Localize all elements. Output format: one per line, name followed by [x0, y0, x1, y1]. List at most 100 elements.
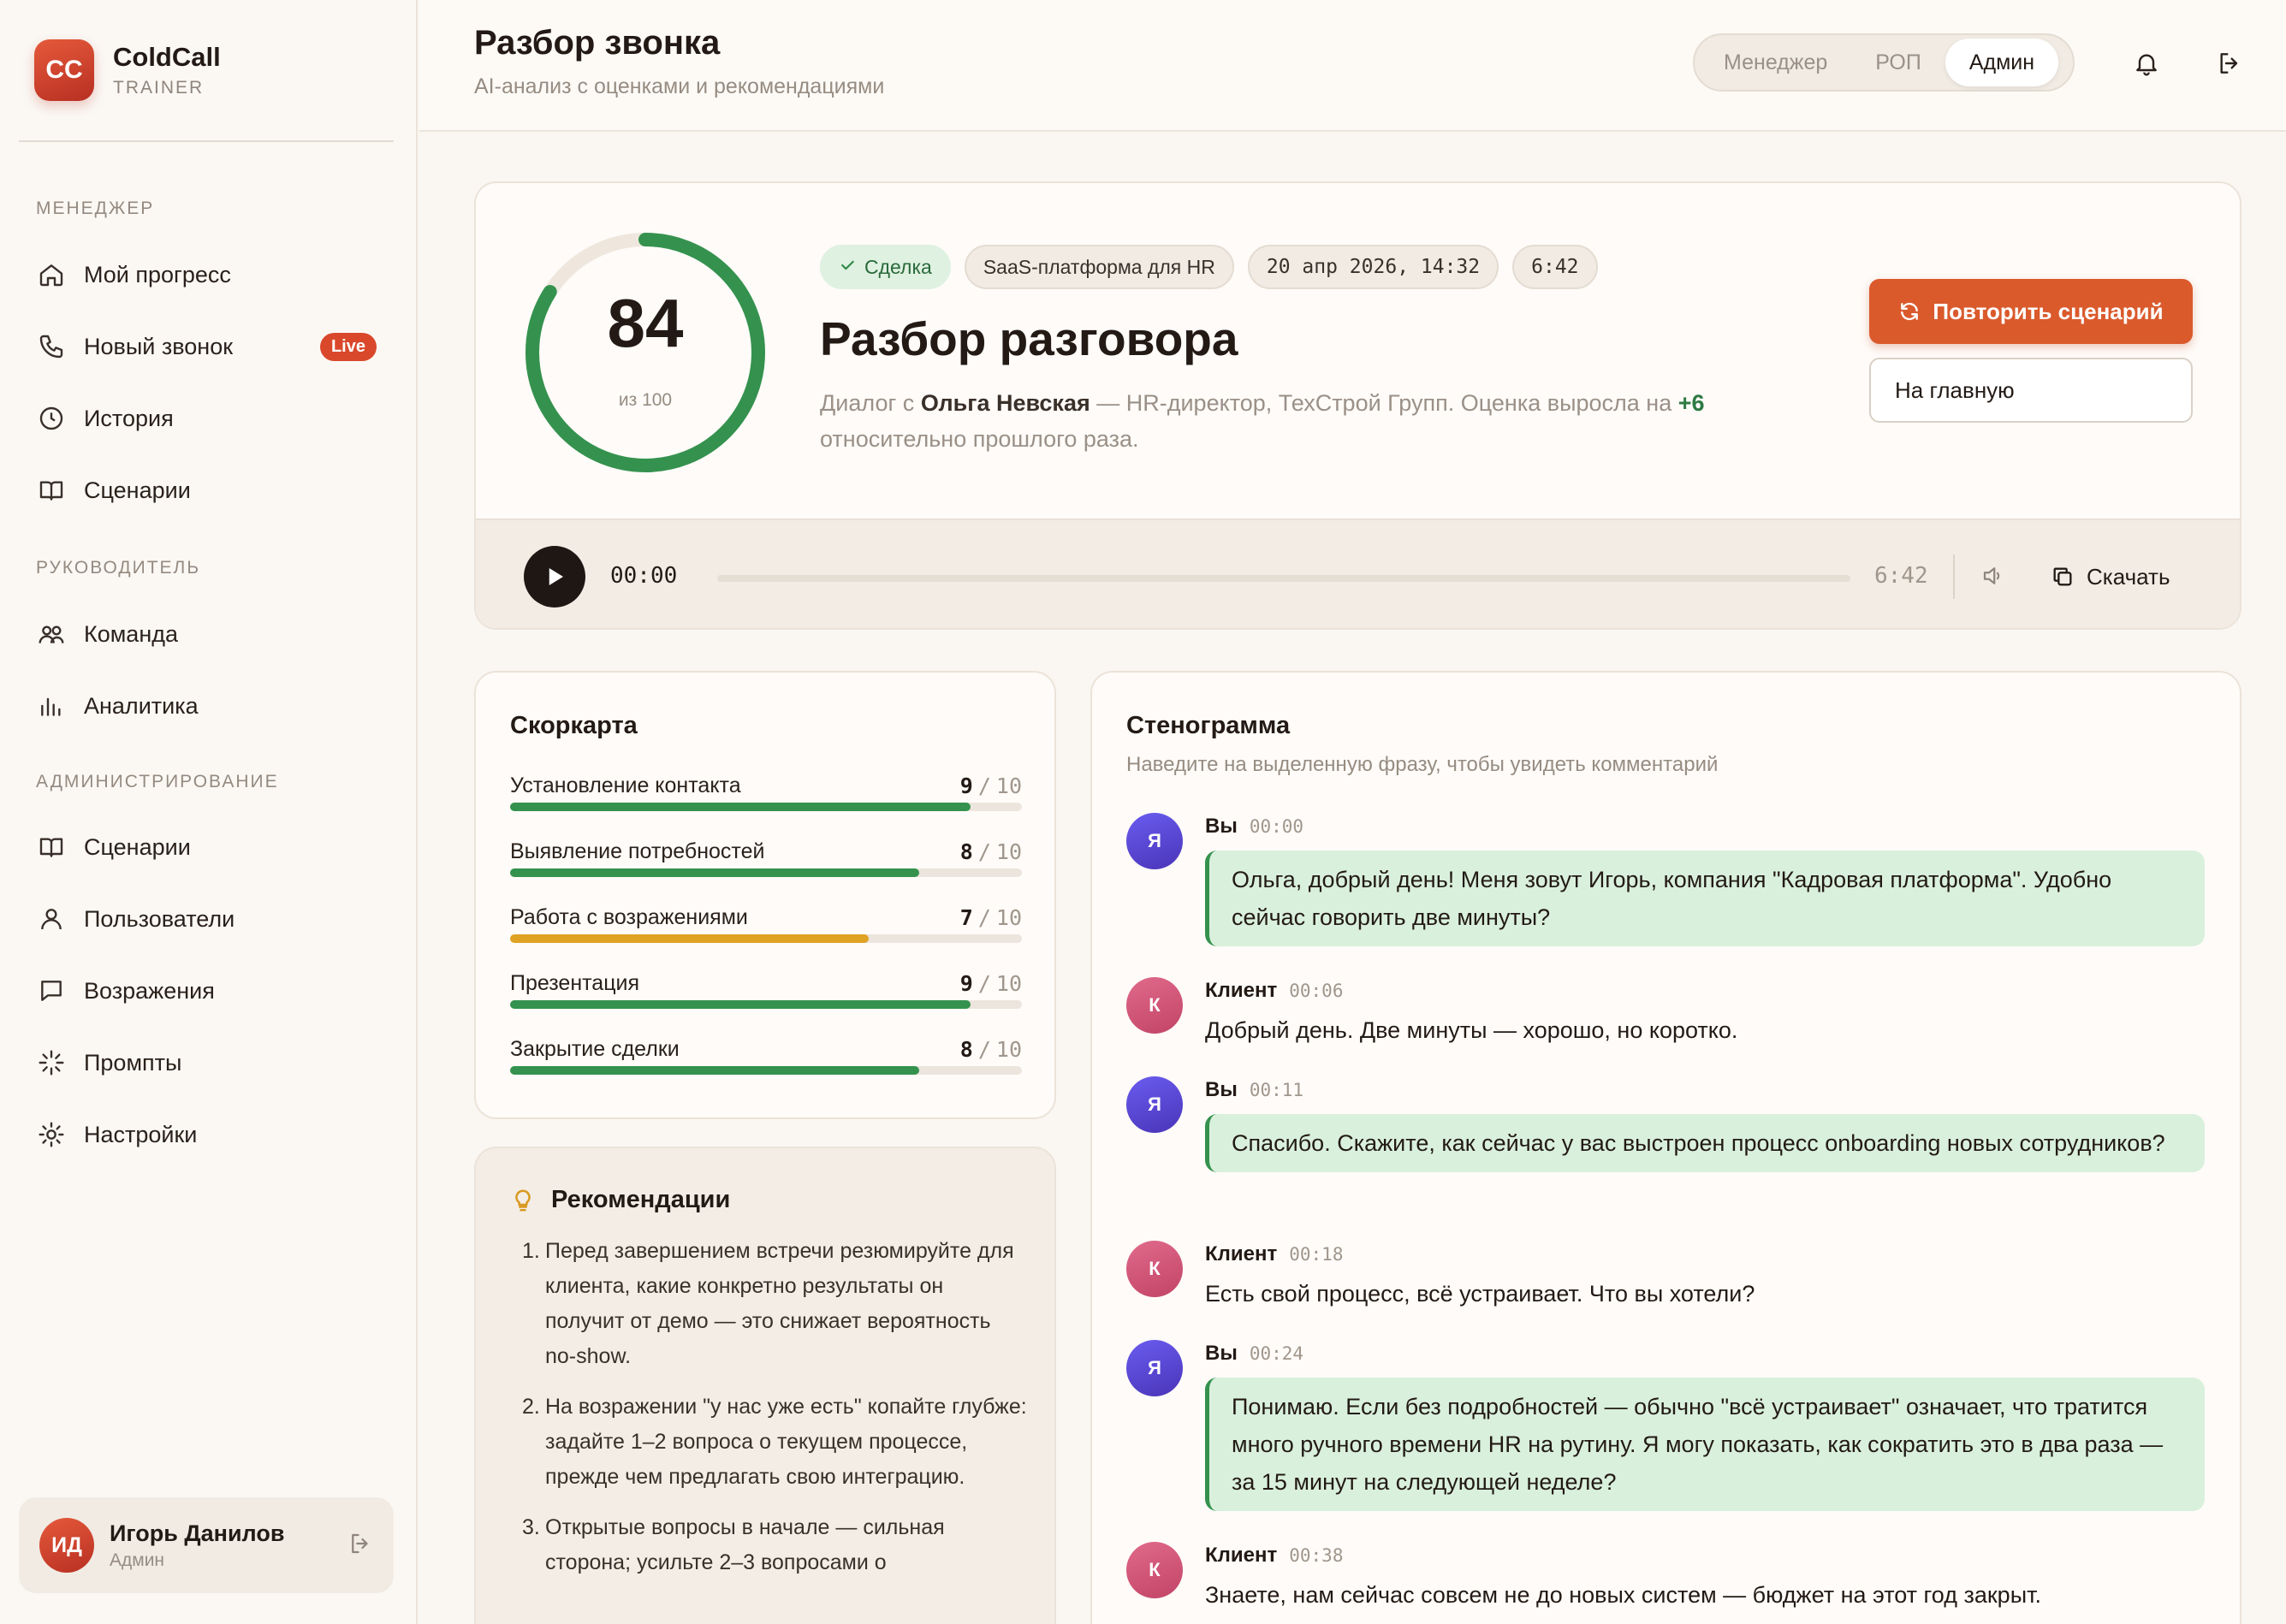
- lightbulb-icon: [510, 1188, 536, 1218]
- avatar: Я: [1126, 1076, 1183, 1133]
- brand-logo: CC: [34, 39, 94, 101]
- section-label-manager: МЕНЕДЖЕР: [36, 199, 155, 218]
- message-text: Добрый день. Две минуты — хорошо, но кор…: [1205, 1017, 1738, 1043]
- play-button[interactable]: [524, 546, 585, 608]
- sidebar: CC ColdCall TRAINER МЕНЕДЖЕР Мой прогрес…: [0, 0, 418, 1624]
- brand-subtitle: TRAINER: [113, 78, 205, 98]
- message-icon: [36, 975, 67, 1006]
- role-manager[interactable]: Менеджер: [1700, 39, 1851, 86]
- user-icon: [36, 904, 67, 934]
- avatar: К: [1126, 977, 1183, 1034]
- recommendations-title: Рекомендации: [551, 1186, 731, 1213]
- criterion-score: 9/10: [959, 971, 1022, 996]
- sparkle-icon: [36, 1047, 67, 1078]
- sidebar-item-analytics[interactable]: Аналитика: [19, 674, 394, 738]
- copy-icon: [2051, 565, 2075, 589]
- home-button[interactable]: На главную: [1869, 358, 2193, 423]
- sidebar-item-my-progress[interactable]: Мой прогресс: [19, 243, 394, 306]
- message-text[interactable]: Спасибо. Скажите, как сейчас у вас выстр…: [1205, 1114, 2205, 1172]
- bell-icon[interactable]: [2128, 44, 2165, 82]
- home-icon: [36, 259, 67, 290]
- score-bar: [510, 868, 1022, 877]
- score-bar-fill: [510, 1000, 971, 1009]
- gear-icon: [36, 1119, 67, 1150]
- sidebar-item-users[interactable]: Пользователи: [19, 887, 394, 951]
- phone-icon: [36, 331, 67, 362]
- section-label-admin: АДМИНИСТРИРОВАНИЕ: [36, 772, 279, 791]
- current-time: 00:00: [610, 563, 678, 589]
- transcript: Стенограмма Наведите на выделенную фразу…: [1090, 671, 2241, 1624]
- deal-chip: Сделка: [820, 245, 951, 289]
- book-icon: [36, 475, 67, 506]
- message-header: Вы 00:24: [1205, 1342, 1304, 1365]
- score-bar: [510, 1000, 1022, 1009]
- user-card[interactable]: ИД Игорь Данилов Админ: [19, 1497, 394, 1593]
- message-text: Знаете, нам сейчас совсем не до новых си…: [1205, 1582, 2041, 1608]
- sidebar-item-label: Настройки: [84, 1121, 198, 1147]
- chart-icon: [36, 690, 67, 721]
- message-header: Вы 00:00: [1205, 815, 1304, 838]
- section-label-lead: РУКОВОДИТЕЛЬ: [36, 558, 201, 578]
- recommendations-list: 1. Перед завершением встречи резюмируйте …: [522, 1234, 1027, 1596]
- score-bar: [510, 934, 1022, 943]
- role-admin[interactable]: Админ: [1945, 39, 2059, 86]
- criterion-name: Закрытие сделки: [510, 1037, 680, 1061]
- sidebar-item-label: Промпты: [84, 1049, 182, 1076]
- role-rop[interactable]: РОП: [1851, 39, 1945, 86]
- logout-icon[interactable]: [2211, 44, 2248, 82]
- score-bar: [510, 803, 1022, 811]
- sidebar-item-new-call[interactable]: Новый звонок Live: [19, 315, 394, 378]
- volume-icon[interactable]: [1980, 563, 2006, 593]
- divider: [19, 140, 394, 142]
- sidebar-item-objections[interactable]: Возражения: [19, 959, 394, 1022]
- criterion-score: 8/10: [959, 839, 1022, 864]
- team-icon: [36, 619, 67, 649]
- sidebar-item-scenarios[interactable]: Сценарии: [19, 459, 394, 522]
- sidebar-item-label: Команда: [84, 620, 179, 647]
- duration-chip: 6:42: [1512, 245, 1598, 289]
- user-name: Игорь Данилов: [110, 1520, 285, 1546]
- clock-icon: [36, 403, 67, 434]
- header: Разбор звонка AI-анализ с оценками и рек…: [419, 0, 2286, 132]
- date-chip: 20 апр 2026, 14:32: [1247, 245, 1499, 289]
- brand[interactable]: CC ColdCall TRAINER: [34, 39, 221, 101]
- sidebar-item-prompts[interactable]: Промпты: [19, 1031, 394, 1094]
- criterion-name: Презентация: [510, 971, 640, 995]
- sidebar-item-settings[interactable]: Настройки: [19, 1103, 394, 1166]
- call-chips: Сделка SaaS-платформа для HR 20 апр 2026…: [820, 245, 1598, 289]
- user-role: Админ: [110, 1550, 165, 1570]
- download-button[interactable]: Скачать: [2051, 553, 2170, 601]
- contact-name: Ольга Невская: [920, 390, 1090, 416]
- criterion-score: 7/10: [959, 905, 1022, 930]
- transcript-title: Стенограмма: [1126, 712, 1291, 739]
- message-text[interactable]: Понимаю. Если без подробностей — обычно …: [1205, 1378, 2205, 1511]
- sidebar-item-team[interactable]: Команда: [19, 602, 394, 666]
- sidebar-item-label: Сценарии: [84, 833, 191, 860]
- sidebar-item-label: Новый звонок: [84, 333, 234, 359]
- sidebar-item-admin-scenarios[interactable]: Сценарии: [19, 815, 394, 879]
- play-icon: [549, 568, 563, 585]
- total-duration: 6:42: [1874, 563, 1928, 589]
- sidebar-item-history[interactable]: История: [19, 387, 394, 450]
- avatar: Я: [1126, 813, 1183, 869]
- avatar: К: [1126, 1542, 1183, 1598]
- score-bar: [510, 1066, 1022, 1075]
- scenario-chip: SaaS-платформа для HR: [964, 245, 1234, 289]
- sidebar-item-label: Сценарии: [84, 477, 191, 503]
- logout-icon[interactable]: [347, 1531, 373, 1561]
- refresh-icon: [1898, 300, 1921, 323]
- sidebar-item-label: Мой прогресс: [84, 261, 231, 287]
- sidebar-item-label: История: [84, 405, 174, 431]
- call-summary-card: 84 из 100 Сделка SaaS-платформа для HR 2…: [474, 181, 2241, 630]
- message-header: Клиент 00:38: [1205, 1544, 1344, 1567]
- score-value: 84: [607, 285, 684, 361]
- sidebar-item-label: Возражения: [84, 977, 215, 1004]
- score-delta: +6: [1677, 390, 1705, 416]
- check-icon: [839, 256, 856, 279]
- score-bar-fill: [510, 934, 869, 943]
- message-text[interactable]: Ольга, добрый день! Меня зовут Игорь, ко…: [1205, 851, 2205, 946]
- repeat-scenario-button[interactable]: Повторить сценарий: [1869, 279, 2193, 344]
- brand-name: ColdCall: [113, 42, 221, 72]
- score-bar-fill: [510, 803, 971, 811]
- progress-track[interactable]: [717, 575, 1850, 582]
